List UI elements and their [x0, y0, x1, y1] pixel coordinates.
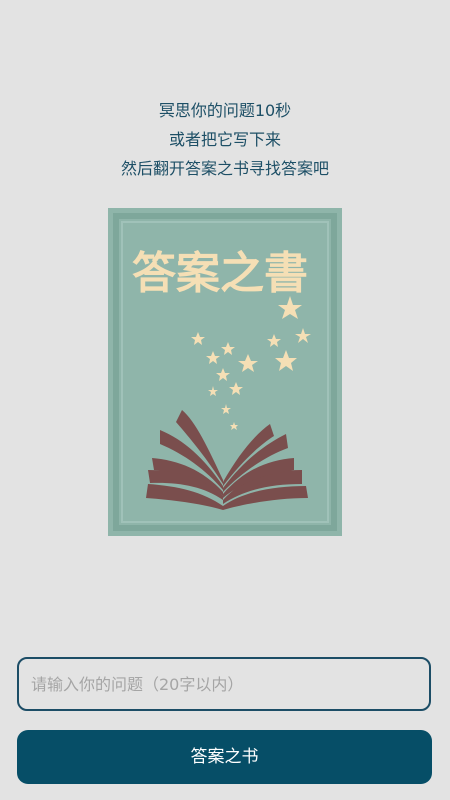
- intro-line-2: 或者把它写下来: [168, 130, 281, 149]
- intro-line-1: 冥思你的问题10秒: [158, 101, 292, 120]
- cover-title: 答案之書: [132, 248, 308, 299]
- question-field[interactable]: [17, 657, 431, 711]
- answer-book-button[interactable]: 答案之书: [17, 730, 432, 784]
- intro-line-3: 然后翻开答案之书寻找答案吧: [120, 159, 329, 178]
- book-cover-image: 答案之書: [108, 208, 342, 536]
- question-input[interactable]: [19, 659, 429, 709]
- intro-text: 冥思你的问题10秒 或者把它写下来 然后翻开答案之书寻找答案吧: [0, 96, 450, 183]
